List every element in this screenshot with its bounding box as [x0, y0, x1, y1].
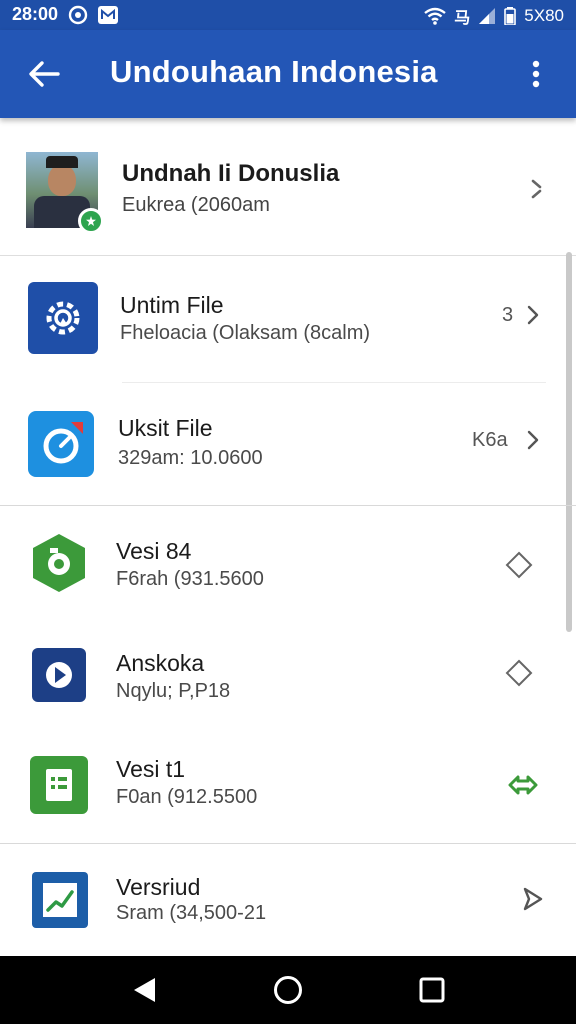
nav-home-button[interactable] — [268, 970, 308, 1010]
nav-back-button[interactable] — [124, 970, 164, 1010]
verified-badge-icon — [78, 208, 104, 234]
circle-home-icon — [274, 976, 302, 1004]
nav-recents-button[interactable] — [412, 970, 452, 1010]
list-item[interactable]: Anskoka Nqylu; P,P18 — [0, 618, 576, 730]
signal-icon — [478, 7, 496, 25]
page-title: Undouhaan Indonesia — [110, 54, 438, 89]
profile-menu-button[interactable] — [522, 172, 552, 206]
list-item[interactable]: Vesi t1 F0an (912.5500 — [0, 730, 576, 842]
more-options-button[interactable] — [514, 52, 558, 96]
chevron-icon — [531, 179, 542, 199]
item-title: Untim File — [120, 292, 224, 318]
profile-name: Undnah Ii Donuslia — [122, 160, 340, 187]
chevron-right-icon — [527, 430, 539, 450]
arrow-left-icon — [29, 61, 60, 87]
system-navigation-bar — [0, 956, 576, 1024]
chevron-right-icon — [527, 305, 539, 325]
status-bar: 28:00 马 5X80 — [0, 0, 576, 30]
item-meta: K6a — [472, 429, 508, 451]
item-count: 3 — [502, 304, 514, 326]
chart-icon — [32, 872, 88, 928]
item-subtitle: Nqylu; P,P18 — [116, 680, 231, 702]
back-button[interactable] — [22, 52, 66, 96]
list-item[interactable]: Vesi 84 F6rah (931.5600 — [0, 506, 576, 618]
battery-label: 5X80 — [524, 6, 564, 25]
sheet-icon — [30, 756, 88, 814]
wifi-icon — [424, 7, 447, 25]
list-item[interactable]: Uksit File 329am: 10.0600 K6a — [0, 383, 576, 505]
notification-icon — [68, 5, 88, 25]
favorite-button[interactable] — [502, 656, 536, 690]
play-icon — [32, 648, 86, 702]
gear-icon — [28, 282, 98, 354]
open-button[interactable] — [516, 423, 550, 457]
message-icon — [98, 5, 119, 24]
battery-icon — [504, 7, 517, 25]
diamond-icon — [505, 551, 533, 579]
sync-button[interactable] — [506, 768, 540, 802]
item-title: Anskoka — [116, 650, 205, 676]
list-item[interactable]: Untim File Fheloacia (Olaksam (8calm) 3 — [0, 256, 576, 382]
item-subtitle: 329am: 10.0600 — [118, 447, 263, 469]
profile-card[interactable]: Undnah Ii Donuslia Eukrea (2060am — [0, 120, 576, 256]
carrier-label: 马 — [454, 10, 471, 27]
triangle-back-icon — [134, 978, 155, 1002]
send-button[interactable] — [516, 882, 550, 916]
item-subtitle: Sram (34,500-21 — [116, 902, 267, 924]
sync-icon — [508, 775, 538, 795]
item-subtitle: F6rah (931.5600 — [116, 568, 264, 590]
item-title: Versriud — [116, 874, 201, 900]
diamond-icon — [505, 659, 533, 687]
app-bar: Undouhaan Indonesia — [0, 30, 576, 118]
camera-icon — [30, 532, 88, 594]
square-recents-icon — [419, 977, 445, 1003]
list-item[interactable]: Versriud Sram (34,500-21 — [0, 844, 576, 956]
status-time: 28:00 — [12, 4, 59, 24]
profile-subtitle: Eukrea (2060am — [122, 194, 270, 216]
favorite-button[interactable] — [502, 548, 536, 582]
open-button[interactable] — [516, 298, 550, 332]
compass-icon — [28, 411, 94, 477]
item-title: Uksit File — [118, 415, 213, 441]
item-subtitle: Fheloacia (Olaksam (8calm) — [120, 322, 371, 344]
item-subtitle: F0an (912.5500 — [116, 786, 258, 808]
more-vertical-icon — [532, 60, 540, 88]
item-title: Vesi 84 — [116, 538, 192, 564]
item-title: Vesi t1 — [116, 756, 186, 782]
send-icon — [523, 887, 543, 911]
